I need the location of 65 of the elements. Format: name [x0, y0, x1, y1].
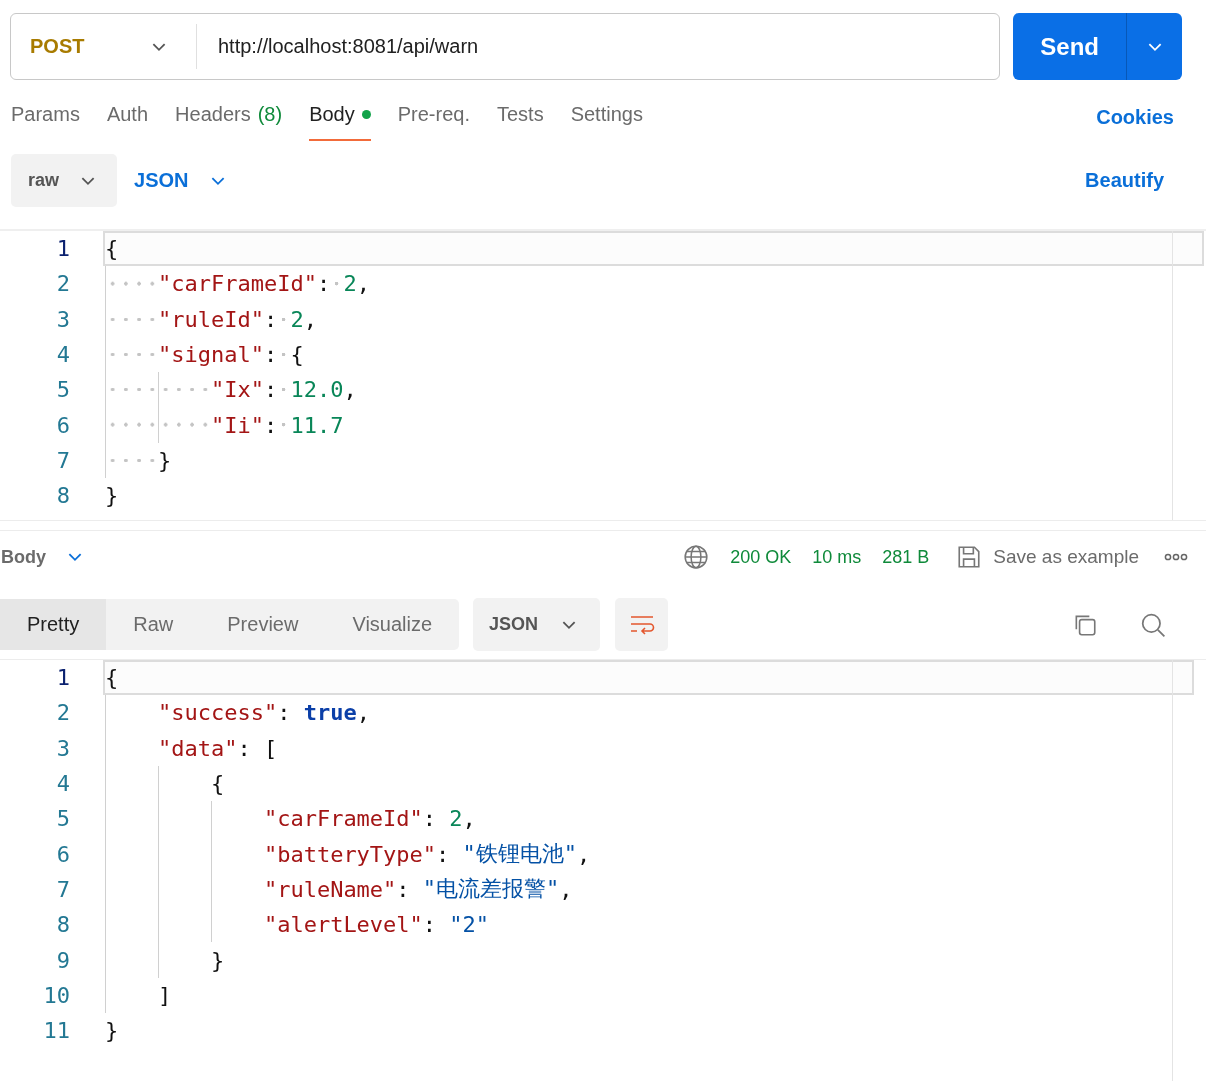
request-tab[interactable]: Headers (8) [175, 90, 283, 141]
request-tab[interactable]: Settings [570, 90, 643, 141]
method-dropdown[interactable]: POST [11, 24, 197, 69]
line-number: 7 [55, 447, 70, 473]
code-line: "carFrameId": 2, [103, 266, 1204, 302]
view-tab[interactable]: Raw [106, 599, 201, 650]
globe-icon[interactable] [683, 544, 710, 570]
response-time: 10 ms [812, 546, 862, 568]
request-tab[interactable]: Params [11, 90, 80, 141]
cookies-link[interactable]: Cookies [1096, 106, 1174, 129]
url-field[interactable]: http://localhost:8081/api/warn [197, 35, 479, 58]
send-button[interactable]: Send [1013, 13, 1126, 80]
line-number: 9 [55, 947, 70, 973]
line-number: 2 [55, 700, 70, 726]
save-as-example-button[interactable]: Save as example [956, 544, 1139, 570]
language-dropdown[interactable]: JSON [134, 169, 227, 192]
response-language-dropdown[interactable]: JSON [473, 598, 601, 651]
response-status: 200 OK [730, 546, 792, 568]
line-number: 4 [55, 342, 70, 368]
line-number: 3 [55, 735, 70, 761]
response-size: 281 B [882, 546, 930, 568]
beautify-link[interactable]: Beautify [1085, 169, 1164, 192]
request-tab[interactable]: Pre-req. [397, 90, 470, 141]
code-line: "ruleName": "电流差报警", [103, 871, 1194, 908]
line-number: 1 [55, 236, 70, 262]
view-tab[interactable]: Pretty [0, 599, 107, 650]
view-tab[interactable]: Preview [200, 599, 326, 650]
line-number: 4 [55, 771, 70, 797]
line-number: 7 [55, 876, 70, 902]
line-number: 3 [55, 306, 70, 332]
code-line: "Ix": 12.0, [103, 372, 1204, 408]
code-line: } [104, 482, 120, 511]
line-number: 6 [55, 841, 70, 867]
line-number: 5 [55, 806, 70, 832]
code-line: "carFrameId": 2, [103, 801, 1194, 837]
line-number: 8 [55, 483, 70, 509]
code-line: "batteryType": "铁锂电池", [103, 836, 1194, 872]
body-mode-dropdown[interactable]: raw [11, 154, 118, 207]
save-icon [956, 544, 983, 570]
more-icon[interactable] [1164, 552, 1188, 562]
code-line: "ruleId": 2, [103, 301, 1204, 337]
code-line: "data": [ [103, 730, 1194, 766]
code-line: "alertLevel": "2" [103, 907, 1194, 943]
code-line: "Ii": 11.7 [103, 407, 1204, 443]
code-line: } [103, 442, 1204, 479]
code-line: "signal": { [103, 336, 1204, 373]
code-line: } [104, 1017, 120, 1046]
request-tab[interactable]: Auth [106, 90, 149, 141]
line-number: 6 [55, 412, 70, 438]
code-line: } [103, 942, 1194, 978]
request-tab[interactable]: Body [309, 90, 371, 141]
search-icon[interactable] [1140, 611, 1166, 638]
code-line: "success": true, [103, 695, 1194, 731]
wrap-lines-button[interactable] [615, 598, 669, 651]
response-body-dropdown[interactable]: Body [1, 546, 84, 568]
request-tab[interactable]: Tests [496, 90, 544, 141]
code-line: { [103, 765, 1194, 802]
line-number: 10 [42, 982, 70, 1008]
line-number: 2 [55, 271, 70, 297]
line-number: 1 [55, 665, 70, 691]
line-number: 11 [42, 1018, 70, 1044]
code-line: ] [103, 977, 1194, 1013]
line-number: 5 [55, 377, 70, 403]
line-number: 8 [55, 912, 70, 938]
view-tab[interactable]: Visualize [325, 599, 460, 650]
